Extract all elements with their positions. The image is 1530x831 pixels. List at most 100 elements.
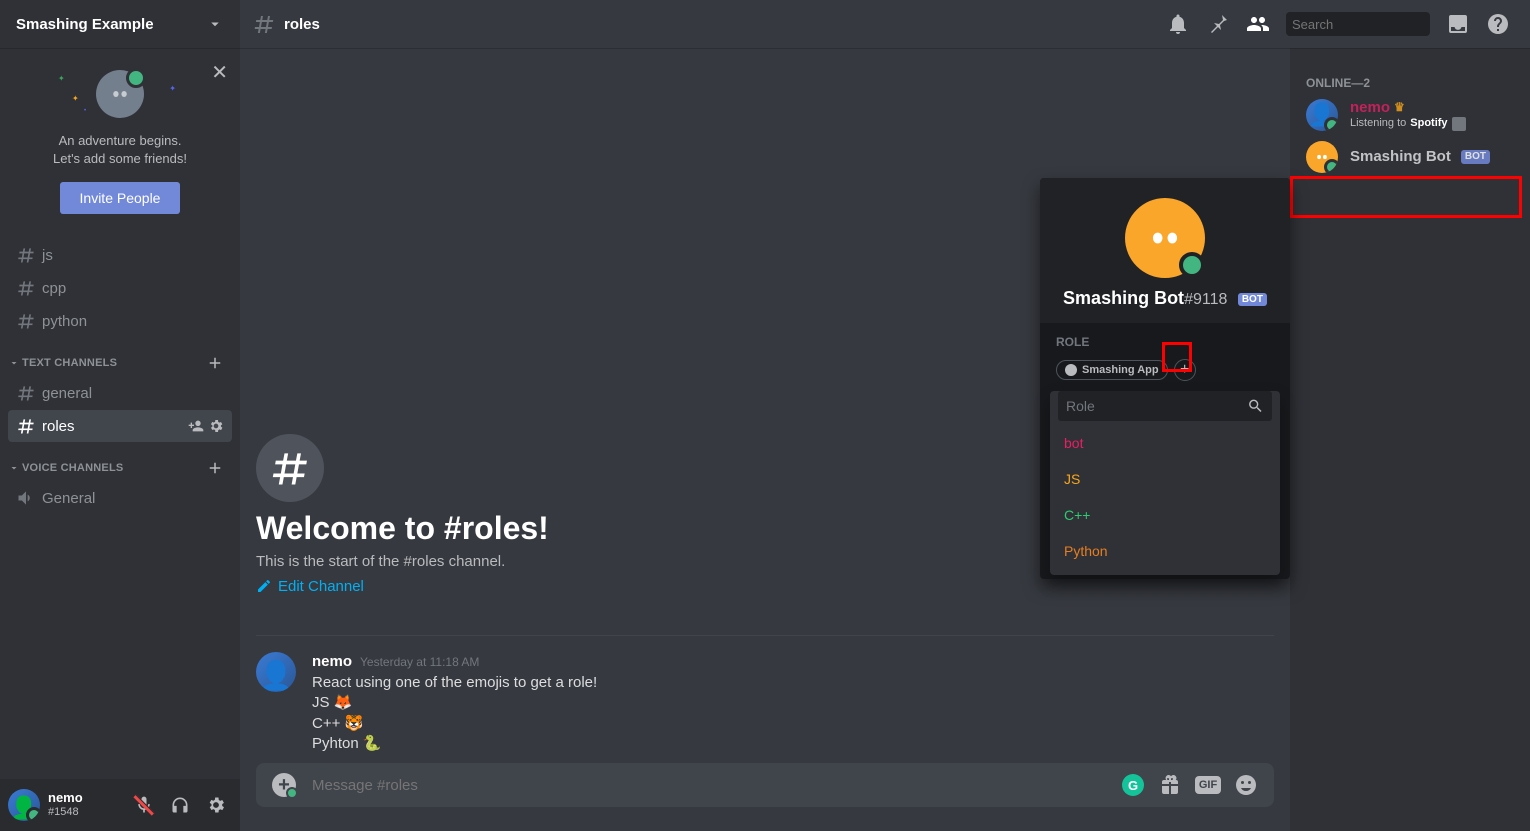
channel-general[interactable]: general — [8, 377, 232, 409]
headphones-icon — [170, 795, 190, 815]
hash-icon — [16, 245, 36, 265]
hash-icon — [252, 12, 276, 36]
emoji-button[interactable] — [1234, 773, 1258, 797]
search-input[interactable] — [1292, 17, 1468, 32]
gift-button[interactable] — [1158, 773, 1182, 797]
pencil-icon — [256, 578, 272, 594]
notifications-button[interactable] — [1166, 12, 1190, 36]
composer-input[interactable] — [312, 777, 1108, 794]
message-avatar[interactable] — [256, 652, 296, 692]
channel-python[interactable]: python — [8, 305, 232, 337]
channel-js[interactable]: js — [8, 239, 232, 271]
member-status: Listening to Spotify — [1350, 117, 1466, 131]
message-author[interactable]: nemo — [312, 652, 352, 673]
members-group-label: Online—2 — [1298, 68, 1522, 94]
message: nemo Yesterday at 11:18 AM React using o… — [256, 644, 1274, 763]
hash-icon — [16, 416, 36, 436]
main-content: roles Welcome to #roles! This is the sta — [240, 0, 1530, 831]
invite-text: An adventure begins. Let's add some frie… — [16, 132, 224, 168]
category-voice-channels[interactable]: Voice Channels — [0, 443, 240, 481]
user-panel: nemo #1548 — [0, 779, 240, 831]
crown-icon: ♛ — [1394, 101, 1405, 115]
create-invite-icon[interactable] — [188, 418, 204, 434]
role-chip-smashing-app[interactable]: Smashing App — [1056, 360, 1168, 380]
bot-tag: BOT — [1238, 293, 1267, 306]
invite-illustration: ✦✦•✦ — [16, 64, 224, 124]
deafen-button[interactable] — [164, 789, 196, 821]
roles-heading: Role — [1056, 335, 1274, 349]
divider — [256, 635, 1274, 636]
gear-icon[interactable] — [208, 418, 224, 434]
hash-icon — [256, 434, 324, 502]
gif-button[interactable]: GIF — [1196, 773, 1220, 797]
inbox-icon — [1446, 12, 1470, 36]
help-button[interactable] — [1486, 12, 1510, 36]
inbox-button[interactable] — [1446, 12, 1470, 36]
member-avatar — [1306, 141, 1338, 173]
channel-list: js cpp python Text Channels general — [0, 230, 240, 779]
annotation-highlight — [1290, 176, 1522, 218]
help-icon — [1486, 12, 1510, 36]
role-search-panel: bot JS C++ Python — [1050, 391, 1280, 575]
speaker-icon — [16, 488, 36, 508]
server-name: Smashing Example — [16, 16, 154, 33]
role-option-cpp[interactable]: C++ — [1050, 497, 1280, 533]
search-box[interactable] — [1286, 12, 1430, 36]
member-smashing-bot[interactable]: Smashing Bot BOT — [1298, 136, 1522, 178]
rich-presence-icon — [1452, 117, 1466, 131]
hash-icon — [16, 278, 36, 298]
edit-channel-link[interactable]: Edit Channel — [256, 578, 1274, 595]
channel-sidebar: Smashing Example ✕ ✦✦•✦ An adventure beg… — [0, 0, 240, 831]
mute-button[interactable] — [128, 789, 160, 821]
channel-name: roles — [284, 16, 320, 33]
grammarly-icon[interactable]: G — [1122, 774, 1144, 796]
current-user-tag: #1548 — [48, 806, 128, 819]
message-timestamp: Yesterday at 11:18 AM — [360, 654, 479, 671]
pin-icon — [1206, 12, 1230, 36]
bot-tag: BOT — [1461, 150, 1490, 164]
invite-card: ✕ ✦✦•✦ An adventure begins. Let's add so… — [0, 48, 240, 230]
add-role-button[interactable]: + — [1174, 359, 1196, 381]
hash-icon — [16, 311, 36, 331]
channel-cpp[interactable]: cpp — [8, 272, 232, 304]
discord-logo-icon — [1140, 213, 1190, 263]
discord-logo-icon — [1312, 147, 1332, 167]
hash-icon — [16, 383, 36, 403]
role-option-bot[interactable]: bot — [1050, 425, 1280, 461]
popout-username: Smashing Bot — [1063, 288, 1184, 308]
emoji-icon — [1234, 773, 1258, 797]
channel-roles[interactable]: roles — [8, 410, 232, 442]
add-channel-icon[interactable] — [206, 354, 224, 372]
members-sidebar: Online—2 nemo ♛ Listening to Spotify Sma… — [1290, 48, 1530, 831]
chat-header: roles — [240, 0, 1530, 48]
invite-people-button[interactable]: Invite People — [60, 182, 181, 214]
gift-icon — [1158, 773, 1182, 797]
microphone-icon — [134, 795, 154, 815]
bell-icon — [1166, 12, 1190, 36]
category-text-channels[interactable]: Text Channels — [0, 338, 240, 376]
message-composer: + G GIF — [256, 763, 1274, 807]
members-toggle-button[interactable] — [1246, 12, 1270, 36]
members-icon — [1246, 12, 1270, 36]
voice-channel-general[interactable]: General — [8, 482, 232, 514]
member-avatar — [1306, 99, 1338, 131]
popout-discriminator: #9118 — [1184, 291, 1227, 308]
user-profile-popout: Smashing Bot#9118 BOT Role Smashing App … — [1040, 178, 1290, 579]
role-option-python[interactable]: Python — [1050, 533, 1280, 569]
role-option-js[interactable]: JS — [1050, 461, 1280, 497]
chevron-down-icon — [8, 462, 20, 474]
message-body: React using one of the emojis to get a r… — [312, 673, 597, 756]
user-avatar[interactable] — [8, 789, 40, 821]
member-nemo[interactable]: nemo ♛ Listening to Spotify — [1298, 94, 1522, 136]
role-search-input[interactable] — [1066, 398, 1247, 414]
search-icon — [1247, 397, 1264, 415]
user-settings-button[interactable] — [200, 789, 232, 821]
current-user-name: nemo — [48, 791, 128, 806]
add-channel-icon[interactable] — [206, 459, 224, 477]
server-header[interactable]: Smashing Example — [0, 0, 240, 48]
popout-avatar[interactable] — [1125, 198, 1205, 278]
chevron-down-icon — [206, 15, 224, 33]
attach-button[interactable]: + — [272, 773, 296, 797]
pinned-button[interactable] — [1206, 12, 1230, 36]
gif-icon: GIF — [1195, 776, 1221, 794]
